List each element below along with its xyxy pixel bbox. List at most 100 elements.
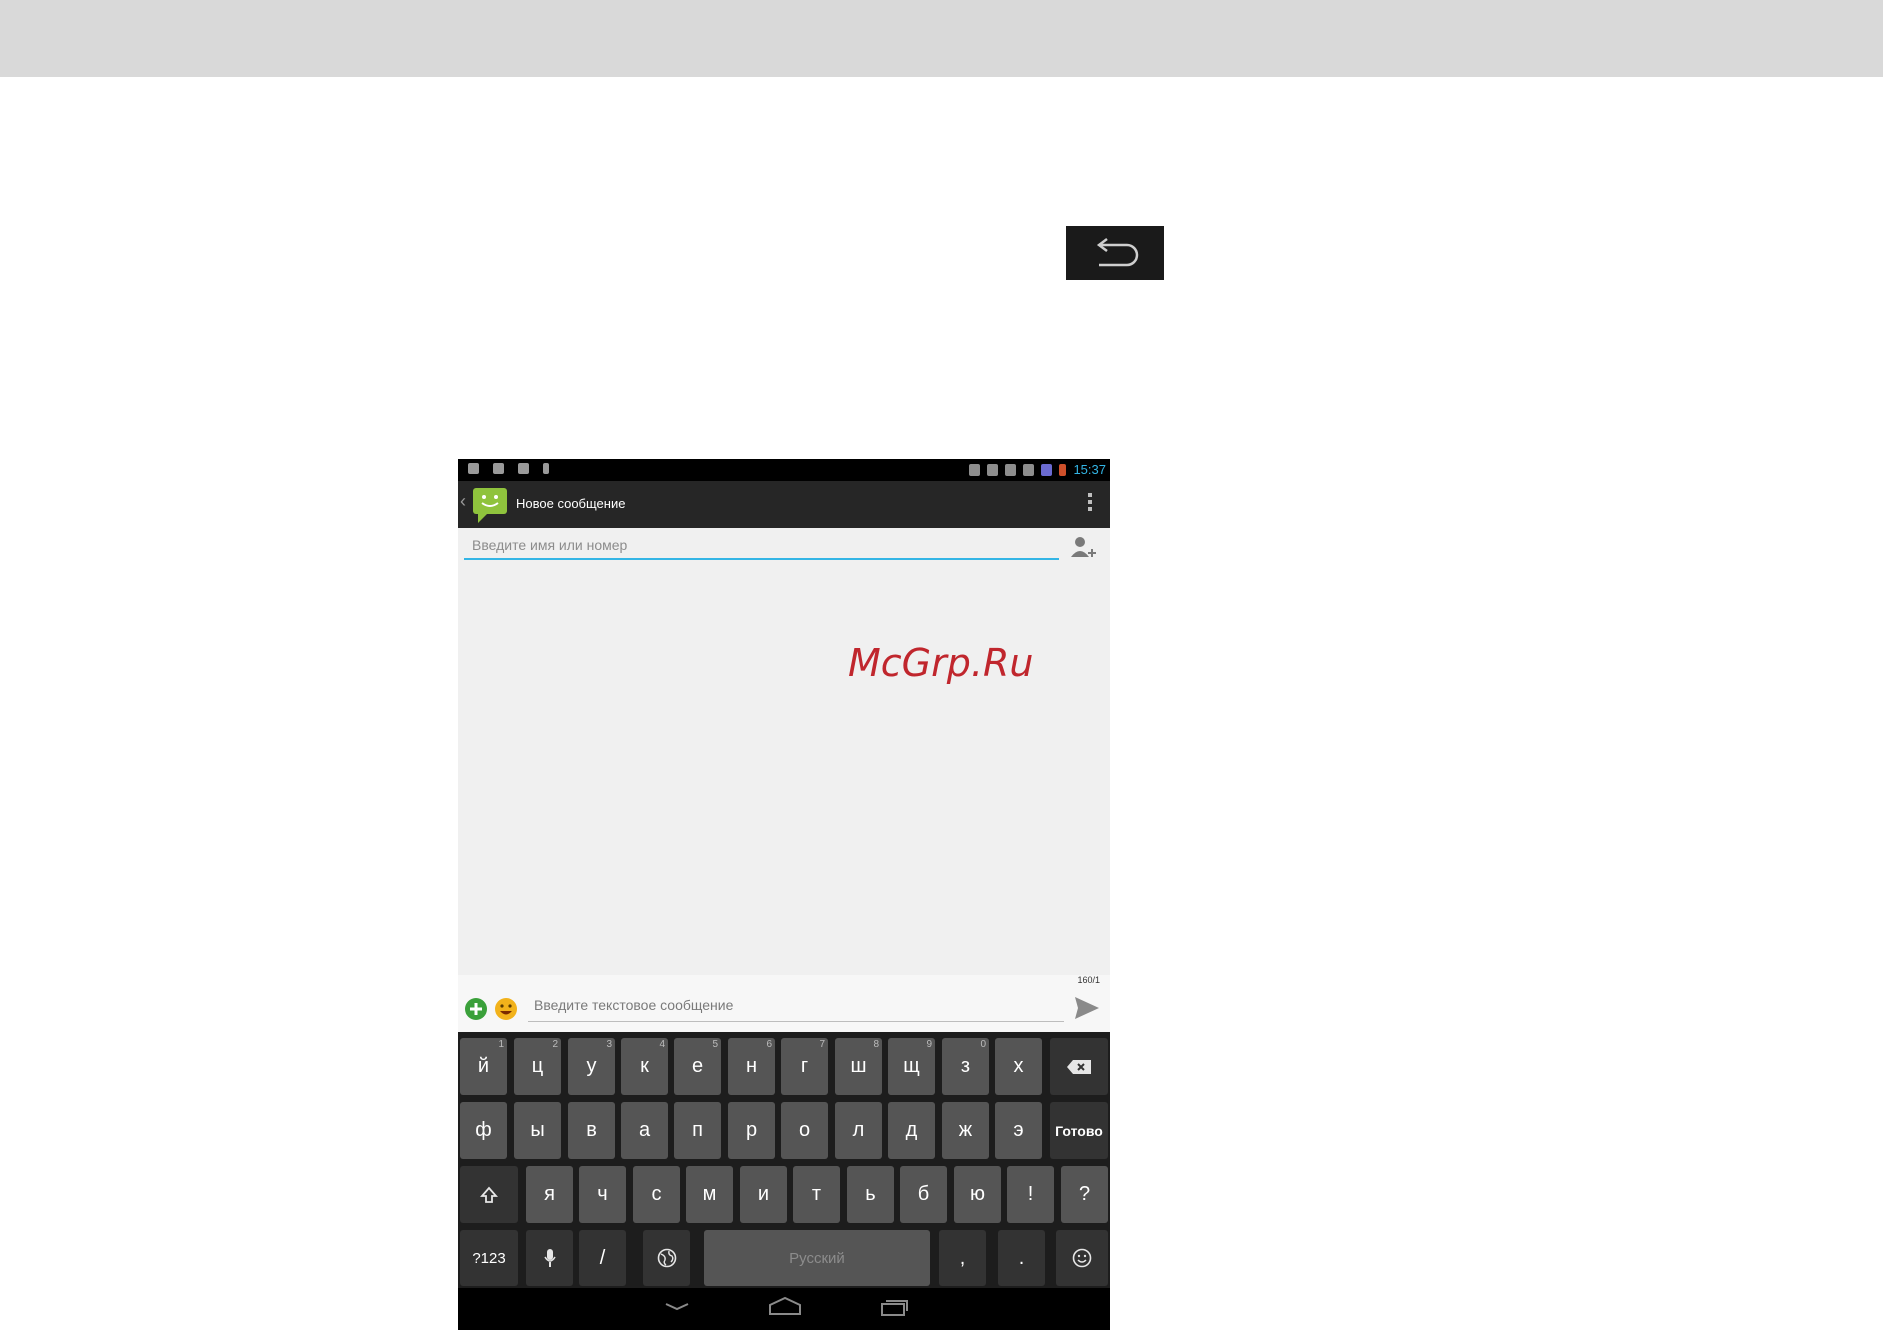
period-key-label: .	[1018, 1246, 1025, 1269]
key[interactable]: в	[568, 1102, 615, 1159]
key-label: г	[800, 1055, 809, 1077]
symbols-key[interactable]: ?123	[460, 1230, 518, 1286]
key-hint: 0	[980, 1039, 986, 1050]
key-label: с	[651, 1183, 662, 1205]
shift-key[interactable]	[460, 1166, 518, 1223]
nav-recents-icon[interactable]	[880, 1296, 910, 1318]
key-label: ь	[865, 1183, 876, 1205]
key[interactable]: т	[793, 1166, 840, 1223]
key[interactable]: л	[835, 1102, 882, 1159]
key-label: ф	[475, 1119, 492, 1141]
key[interactable]: а	[621, 1102, 668, 1159]
key-hint: 9	[926, 1039, 932, 1050]
nav-home-icon[interactable]	[768, 1296, 802, 1318]
key[interactable]: и	[740, 1166, 787, 1223]
key-label: е	[691, 1055, 704, 1077]
key-label: ю	[970, 1183, 985, 1205]
comma-key-label: ,	[959, 1246, 966, 1269]
key-hint: 5	[712, 1039, 718, 1050]
key[interactable]: ы	[514, 1102, 561, 1159]
key-hint: 7	[819, 1039, 825, 1050]
language-key[interactable]	[643, 1230, 690, 1286]
done-key[interactable]: Готово	[1050, 1102, 1108, 1159]
messaging-app-icon[interactable]	[472, 487, 510, 525]
key[interactable]: д	[888, 1102, 935, 1159]
voice-input-key[interactable]	[526, 1230, 573, 1286]
phone-screenshot: 15:37 ‹ Новое сообщение McGrp.Ru 160/1	[458, 459, 1110, 1330]
key-hint: 2	[552, 1039, 558, 1050]
key[interactable]: щ9	[888, 1038, 935, 1095]
key[interactable]: ж	[942, 1102, 989, 1159]
notification-icons	[468, 463, 549, 474]
key[interactable]: ю	[954, 1166, 1001, 1223]
key[interactable]: !	[1007, 1166, 1054, 1223]
done-key-label: Готово	[1055, 1122, 1103, 1139]
message-input[interactable]	[528, 989, 1070, 1021]
key[interactable]: о	[781, 1102, 828, 1159]
sync-icon	[1005, 463, 1017, 476]
key-label: т	[811, 1183, 822, 1205]
status-bar: 15:37	[458, 459, 1110, 481]
add-contact-icon[interactable]	[1070, 535, 1096, 561]
key[interactable]: й1	[460, 1038, 507, 1095]
key[interactable]: ц2	[514, 1038, 561, 1095]
key[interactable]: х	[995, 1038, 1042, 1095]
key-label: х	[1013, 1055, 1024, 1077]
key[interactable]: з0	[942, 1038, 989, 1095]
key-label: н	[745, 1055, 758, 1077]
key[interactable]: с	[633, 1166, 680, 1223]
key[interactable]: ш8	[835, 1038, 882, 1095]
soft-keyboard: й1 ц2 у3 к4 е5 н6 г7 ш8 щ9 з0 х ф ы в а …	[458, 1032, 1110, 1288]
key[interactable]: ь	[847, 1166, 894, 1223]
key-label: ч	[597, 1183, 608, 1205]
key-label: б	[917, 1183, 930, 1205]
period-key[interactable]: .	[998, 1230, 1045, 1286]
key-hint: 8	[873, 1039, 879, 1050]
comma-key[interactable]: ,	[939, 1230, 986, 1286]
message-field[interactable]	[528, 989, 1070, 1022]
signal-icon	[1023, 463, 1035, 476]
emoji-icon[interactable]	[494, 997, 518, 1021]
key[interactable]: ?	[1061, 1166, 1108, 1223]
status-time: 15:37	[1073, 462, 1106, 477]
key-label: й	[477, 1055, 490, 1077]
battery-icon	[1059, 463, 1067, 476]
action-bar: ‹ Новое сообщение	[458, 481, 1110, 528]
nav-back-icon[interactable]	[663, 1296, 691, 1316]
key-label: !	[1027, 1183, 1034, 1205]
smiley-icon	[1072, 1248, 1092, 1268]
key-label: р	[745, 1119, 758, 1141]
overflow-menu-icon[interactable]	[1088, 493, 1092, 514]
slash-key[interactable]: /	[579, 1230, 626, 1286]
key[interactable]: э	[995, 1102, 1042, 1159]
space-key[interactable]: Русский	[704, 1230, 930, 1286]
key[interactable]: к4	[621, 1038, 668, 1095]
backspace-key[interactable]	[1050, 1038, 1108, 1095]
key[interactable]: б	[900, 1166, 947, 1223]
up-caret-icon[interactable]: ‹	[460, 491, 466, 512]
key[interactable]: у3	[568, 1038, 615, 1095]
send-icon[interactable]	[1074, 996, 1100, 1020]
key[interactable]: п	[674, 1102, 721, 1159]
key[interactable]: ф	[460, 1102, 507, 1159]
key-label: я	[544, 1183, 555, 1205]
key-label: ц	[531, 1055, 544, 1077]
back-arrow-icon	[1096, 238, 1139, 267]
key[interactable]: е5	[674, 1038, 721, 1095]
key[interactable]: н6	[728, 1038, 775, 1095]
key[interactable]: я	[526, 1166, 573, 1223]
symbols-key-label: ?123	[472, 1249, 506, 1267]
signal-icon	[1041, 463, 1053, 476]
key[interactable]: ч	[579, 1166, 626, 1223]
attach-plus-icon[interactable]	[464, 997, 488, 1021]
key-hint: 4	[659, 1039, 665, 1050]
key[interactable]: г7	[781, 1038, 828, 1095]
globe-icon	[657, 1248, 676, 1268]
page-title: Новое сообщение	[516, 496, 626, 511]
recipient-field[interactable]	[464, 532, 1067, 560]
recipient-input[interactable]	[464, 532, 1067, 558]
key-label: ж	[958, 1119, 973, 1141]
key[interactable]: м	[686, 1166, 733, 1223]
key[interactable]: р	[728, 1102, 775, 1159]
emoji-key[interactable]	[1056, 1230, 1108, 1286]
